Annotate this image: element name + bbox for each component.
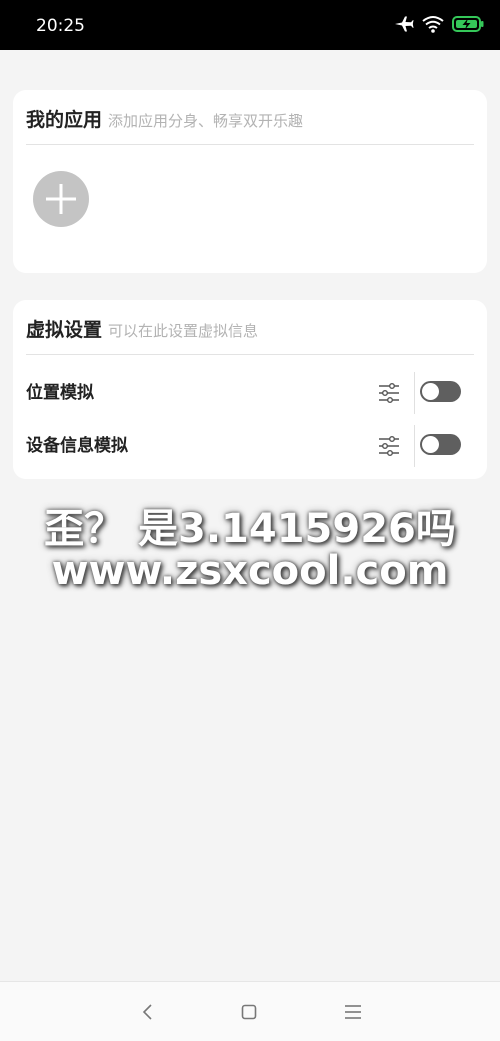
status-time: 20:25 bbox=[36, 16, 85, 36]
battery-charging-icon bbox=[452, 15, 484, 37]
airplane-icon bbox=[394, 15, 414, 37]
toggle-knob bbox=[422, 383, 439, 400]
navigation-bar bbox=[0, 981, 500, 1041]
my-apps-title: 我的应用 bbox=[26, 109, 103, 131]
my-apps-header: 我的应用 添加应用分身、畅享双开乐趣 bbox=[26, 106, 474, 145]
sliders-icon[interactable] bbox=[378, 382, 400, 404]
watermark-line-1: 歪？ 是3.1415926吗 bbox=[44, 506, 456, 552]
device-info-simulation-label: 设备信息模拟 bbox=[26, 436, 128, 456]
row-divider bbox=[414, 372, 415, 414]
row-divider bbox=[414, 425, 415, 467]
sliders-icon[interactable] bbox=[378, 435, 400, 457]
location-simulation-label: 位置模拟 bbox=[26, 383, 94, 403]
wifi-icon bbox=[422, 15, 444, 37]
add-app-button[interactable] bbox=[33, 171, 89, 227]
my-apps-subtitle: 添加应用分身、畅享双开乐趣 bbox=[108, 112, 304, 130]
watermark-line-2: www.zsxcool.com bbox=[51, 548, 449, 594]
toggle-knob bbox=[422, 436, 439, 453]
device-info-simulation-row: 设备信息模拟 bbox=[26, 423, 474, 469]
virtual-settings-title: 虚拟设置 bbox=[26, 319, 103, 341]
device-info-simulation-toggle[interactable] bbox=[420, 434, 461, 455]
back-icon[interactable] bbox=[136, 1000, 160, 1024]
home-icon[interactable] bbox=[237, 1000, 261, 1024]
location-simulation-row: 位置模拟 bbox=[26, 370, 474, 416]
virtual-settings-subtitle: 可以在此设置虚拟信息 bbox=[108, 322, 259, 340]
status-bar: 20:25 bbox=[0, 0, 500, 50]
status-icons bbox=[394, 14, 484, 38]
menu-icon[interactable] bbox=[341, 1000, 365, 1024]
my-apps-card: 我的应用 添加应用分身、畅享双开乐趣 bbox=[13, 90, 487, 273]
virtual-settings-header: 虚拟设置 可以在此设置虚拟信息 bbox=[26, 316, 474, 355]
location-simulation-toggle[interactable] bbox=[420, 381, 461, 402]
plus-icon bbox=[33, 171, 89, 227]
virtual-settings-card: 虚拟设置 可以在此设置虚拟信息 位置模拟 设备信息模拟 bbox=[13, 300, 487, 479]
